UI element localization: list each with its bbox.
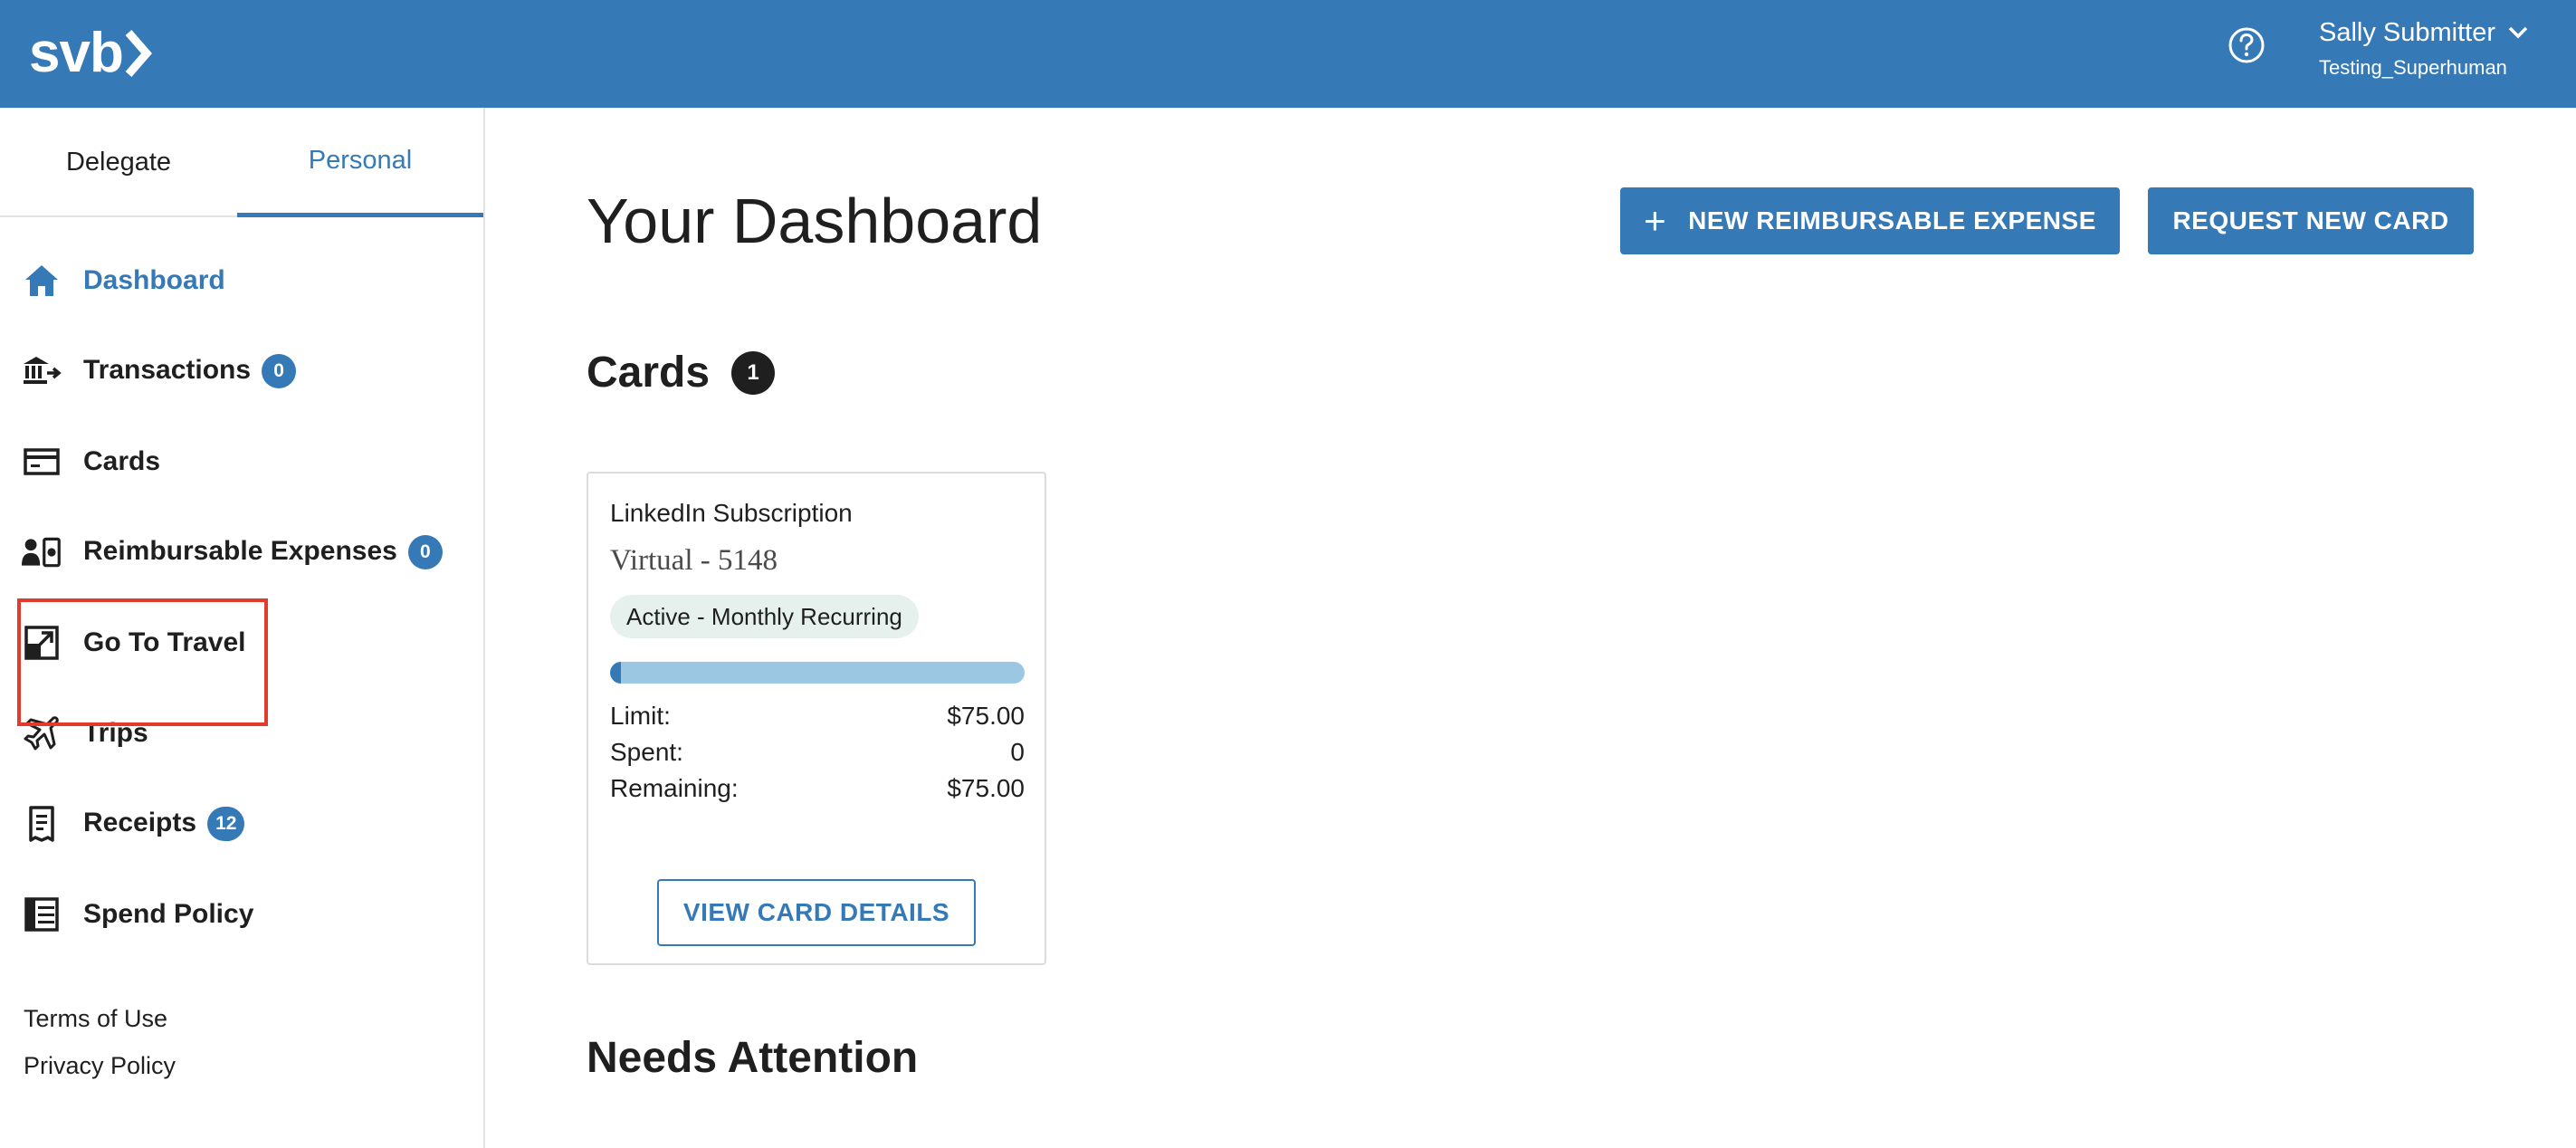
sidebar: Delegate Personal Dashboard Transactions… (0, 108, 485, 1148)
sidebar-item-label: Transactions (83, 354, 252, 385)
sidebar-item-label: Cards (83, 446, 161, 476)
card-remaining-label: Remaining: (610, 774, 739, 802)
chevron-down-icon (2508, 26, 2528, 39)
request-new-card-button[interactable]: REQUEST NEW CARD (2148, 187, 2474, 254)
sidebar-item-cards[interactable]: Cards (0, 416, 483, 507)
card-remaining-value: $75.00 (947, 774, 1025, 802)
card-icon (22, 442, 62, 482)
sidebar-item-label: Reimbursable Expenses (83, 535, 397, 566)
user-menu[interactable]: Sally Submitter Testing_Superhuman (2319, 16, 2528, 81)
card-spend-progress-bar (610, 662, 1025, 684)
main-content: Your Dashboard + NEW REIMBURSABLE EXPENS… (487, 108, 2576, 1148)
privacy-policy-link[interactable]: Privacy Policy (24, 1052, 176, 1080)
card-tile[interactable]: LinkedIn Subscription Virtual - 5148 Act… (587, 472, 1046, 965)
user-org: Testing_Superhuman (2319, 56, 2507, 79)
sidebar-item-receipts[interactable]: Receipts 12 (0, 779, 483, 869)
card-limit-value: $75.00 (947, 702, 1025, 730)
plus-icon: + (1644, 199, 1667, 242)
sidebar-item-go-to-travel[interactable]: Go To Travel (0, 598, 483, 688)
cards-section-title: Cards 1 (587, 348, 776, 397)
sidebar-tabs: Delegate Personal (0, 108, 483, 217)
reimbursable-expenses-count-badge: 0 (407, 535, 443, 569)
cards-heading: Cards (587, 349, 711, 397)
new-reimbursable-expense-label: NEW REIMBURSABLE EXPENSE (1688, 206, 2096, 234)
sidebar-item-reimbursable-expenses[interactable]: Reimbursable Expenses 0 (0, 507, 483, 598)
logo-text: svb (29, 22, 124, 84)
sidebar-item-dashboard[interactable]: Dashboard (0, 235, 483, 326)
card-status-badge: Active - Monthly Recurring (610, 595, 919, 638)
receipt-icon (22, 804, 62, 844)
sidebar-item-label: Go To Travel (83, 627, 246, 657)
card-limit-row: Limit: $75.00 (610, 702, 1025, 731)
card-limit-label: Limit: (610, 702, 671, 730)
policy-list-icon (22, 894, 62, 934)
home-icon (22, 261, 62, 301)
tab-personal[interactable]: Personal (237, 108, 483, 217)
logo-chevron-icon (125, 30, 152, 77)
card-spend-progress-fill (610, 662, 621, 684)
sidebar-item-label: Receipts (83, 807, 197, 837)
sidebar-item-label: Spend Policy (83, 899, 254, 929)
card-name: LinkedIn Subscription (610, 499, 853, 527)
user-name: Sally Submitter (2319, 18, 2496, 47)
needs-attention-title: Needs Attention (587, 1034, 919, 1082)
cards-count-badge: 1 (731, 350, 776, 395)
view-card-details-button[interactable]: VIEW CARD DETAILS (657, 879, 976, 946)
card-remaining-row: Remaining: $75.00 (610, 774, 1025, 803)
question-circle-icon[interactable] (2228, 26, 2266, 64)
page-title: Your Dashboard (587, 186, 1043, 256)
user-receipt-icon (22, 532, 62, 572)
terms-of-use-link[interactable]: Terms of Use (24, 1005, 167, 1033)
airplane-icon (22, 713, 62, 753)
new-reimbursable-expense-button[interactable]: + NEW REIMBURSABLE EXPENSE (1620, 187, 2120, 254)
bank-transfer-icon (22, 351, 62, 391)
card-spent-value: 0 (1010, 738, 1025, 766)
sidebar-item-label: Trips (83, 718, 148, 748)
tab-delegate[interactable]: Delegate (0, 108, 237, 217)
external-link-icon (22, 623, 62, 663)
transactions-count-badge: 0 (262, 354, 297, 388)
sidebar-item-label: Dashboard (83, 265, 225, 295)
sidebar-item-transactions[interactable]: Transactions 0 (0, 326, 483, 416)
card-spent-label: Spent: (610, 738, 683, 766)
card-spent-row: Spent: 0 (610, 738, 1025, 767)
sidebar-item-spend-policy[interactable]: Spend Policy (0, 869, 483, 960)
card-type: Virtual - 5148 (610, 544, 778, 577)
top-bar: svb Sally Submitter Testing_Superhuman (0, 0, 2576, 108)
sidebar-item-trips[interactable]: Trips (0, 688, 483, 779)
receipts-count-badge: 12 (207, 807, 245, 841)
svb-logo[interactable]: svb (29, 13, 152, 94)
